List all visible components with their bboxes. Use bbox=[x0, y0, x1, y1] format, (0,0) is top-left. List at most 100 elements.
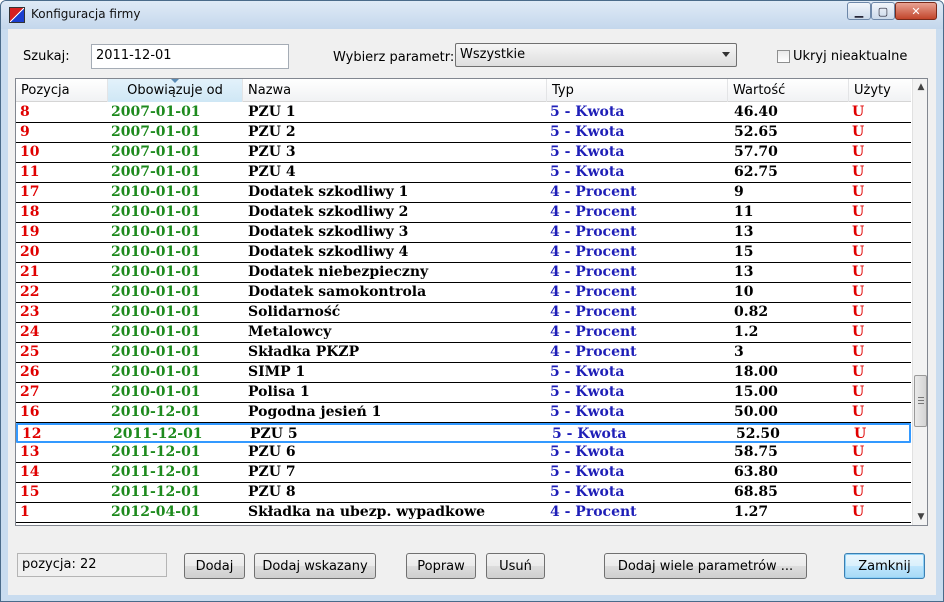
cell-used: U bbox=[852, 344, 865, 360]
grip-line bbox=[918, 403, 924, 404]
table-row[interactable]: 20 2010-01-01 Dodatek szkodliwy 4 4 - Proce… bbox=[16, 243, 911, 263]
table-row[interactable]: 8 2007-01-01 PZU 1 5 - Kwota 46.40 U bbox=[16, 103, 911, 123]
cell-valid-from: 2011-12-01 bbox=[111, 484, 201, 500]
column-header-name[interactable]: Nazwa bbox=[243, 79, 547, 102]
column-header-position[interactable]: Pozycja bbox=[16, 79, 108, 102]
cell-value: 0.82 bbox=[734, 304, 769, 320]
cell-value: 11 bbox=[734, 204, 754, 220]
cell-valid-from: 2010-01-01 bbox=[111, 364, 201, 380]
hide-outdated-checkbox[interactable] bbox=[777, 50, 790, 63]
table-row[interactable]: 14 2011-12-01 PZU 7 5 - Kwota 63.80 U bbox=[16, 463, 911, 483]
close-window-button[interactable]: ✕ bbox=[895, 2, 937, 20]
table-row[interactable]: 23 2010-01-01 Solidarność 4 - Procent 0.82 U bbox=[16, 303, 911, 323]
delete-button[interactable]: Usuń bbox=[486, 553, 545, 579]
cell-type: 5 - Kwota bbox=[550, 104, 625, 120]
minimize-button[interactable]: ▁ bbox=[847, 2, 871, 20]
table-row[interactable]: 11 2007-01-01 PZU 4 5 - Kwota 62.75 U bbox=[16, 163, 911, 183]
cell-position: 20 bbox=[20, 244, 40, 260]
search-input[interactable]: 2011-12-01 bbox=[91, 44, 289, 69]
scroll-up-arrow-icon[interactable]: ▲ bbox=[913, 79, 927, 95]
cell-used: U bbox=[852, 124, 865, 140]
table-row[interactable]: 10 2007-01-01 PZU 3 5 - Kwota 57.70 U bbox=[16, 143, 911, 163]
cell-used: U bbox=[852, 144, 865, 160]
table-row[interactable]: 26 2010-01-01 SIMP 1 5 - Kwota 18.00 U bbox=[16, 363, 911, 383]
cell-value: 52.50 bbox=[736, 426, 780, 442]
cell-name: PZU 2 bbox=[248, 124, 296, 140]
table-row[interactable]: 15 2011-12-01 PZU 8 5 - Kwota 68.85 U bbox=[16, 483, 911, 503]
table-row[interactable]: 18 2010-01-01 Dodatek szkodliwy 2 4 - Proce… bbox=[16, 203, 911, 223]
parameter-select[interactable]: Wszystkie bbox=[455, 43, 737, 67]
table-row[interactable]: 24 2010-01-01 Metalowcy 4 - Procent 1.2 U bbox=[16, 323, 911, 343]
cell-used: U bbox=[852, 204, 865, 220]
table-row[interactable]: 17 2010-01-01 Dodatek szkodliwy 1 4 - Proce… bbox=[16, 183, 911, 203]
edit-button[interactable]: Popraw bbox=[406, 553, 476, 579]
cell-value: 15 bbox=[734, 244, 754, 260]
cell-value: 3 bbox=[734, 344, 744, 360]
table-row[interactable]: 12 2011-12-01 PZU 5 5 - Kwota 52.50 U bbox=[16, 423, 911, 443]
table-row[interactable]: 27 2010-01-01 Polisa 1 5 - Kwota 15.00 U bbox=[16, 383, 911, 403]
table-row[interactable]: 19 2010-01-01 Dodatek szkodliwy 3 4 - Proce… bbox=[16, 223, 911, 243]
cell-position: 24 bbox=[20, 324, 40, 340]
cell-type: 5 - Kwota bbox=[550, 144, 625, 160]
cell-valid-from: 2011-12-01 bbox=[111, 464, 201, 480]
column-header-type[interactable]: Typ bbox=[547, 79, 728, 102]
cell-valid-from: 2007-01-01 bbox=[111, 164, 201, 180]
cell-valid-from: 2010-01-01 bbox=[111, 244, 201, 260]
column-header-value[interactable]: Wartość bbox=[728, 79, 849, 102]
cell-position: 9 bbox=[20, 124, 30, 140]
hide-outdated-label[interactable]: Ukryj nieaktualne bbox=[793, 49, 907, 64]
cell-position: 27 bbox=[20, 384, 40, 400]
table-row[interactable]: 21 2010-01-01 Dodatek niebezpieczny 4 - Pro… bbox=[16, 263, 911, 283]
cell-name: PZU 1 bbox=[248, 104, 296, 120]
table-row[interactable]: 16 2010-12-01 Pogodna jesień 1 5 - Kwota 50.… bbox=[16, 403, 911, 423]
cell-valid-from: 2010-01-01 bbox=[111, 284, 201, 300]
cell-value: 18.00 bbox=[734, 364, 778, 380]
cell-value: 57.70 bbox=[734, 144, 778, 160]
cell-valid-from: 2010-12-01 bbox=[111, 404, 201, 420]
add-selected-button[interactable]: Dodaj wskazany bbox=[254, 553, 376, 579]
position-count-field: pozycja: 22 bbox=[17, 553, 167, 577]
table-row[interactable]: 9 2007-01-01 PZU 2 5 - Kwota 52.65 U bbox=[16, 123, 911, 143]
column-header-valid-from[interactable]: Obowiązuje od bbox=[108, 79, 243, 102]
cell-position: 13 bbox=[20, 444, 40, 460]
title-bar[interactable]: Konfiguracja firmy ▁ ▢ ✕ bbox=[1, 1, 943, 29]
add-button[interactable]: Dodaj bbox=[184, 553, 245, 579]
table-row[interactable]: 13 2011-12-01 PZU 6 5 - Kwota 58.75 U bbox=[16, 443, 911, 463]
scrollbar-thumb[interactable] bbox=[914, 375, 927, 427]
vertical-scrollbar[interactable]: ▲ ▼ bbox=[912, 79, 927, 525]
cell-value: 50.00 bbox=[734, 404, 778, 420]
cell-value: 68.85 bbox=[734, 484, 778, 500]
cell-type: 5 - Kwota bbox=[550, 484, 625, 500]
parameters-table[interactable]: Pozycja Obowiązuje od Nazwa Typ Wartość … bbox=[15, 78, 928, 526]
maximize-button[interactable]: ▢ bbox=[871, 2, 895, 20]
cell-type: 4 - Procent bbox=[550, 304, 637, 320]
cell-name: PZU 4 bbox=[248, 164, 296, 180]
cell-value: 10 bbox=[734, 284, 754, 300]
cell-position: 16 bbox=[20, 404, 40, 420]
cell-position: 8 bbox=[20, 104, 30, 120]
cell-used: U bbox=[852, 384, 865, 400]
table-row[interactable]: 1 2012-04-01 Składka na ubezp. wypadkowe 4 … bbox=[16, 503, 911, 523]
scroll-down-arrow-icon[interactable]: ▼ bbox=[913, 509, 927, 525]
cell-type: 5 - Kwota bbox=[550, 364, 625, 380]
table-row[interactable]: 22 2010-01-01 Dodatek samokontrola 4 - Proc… bbox=[16, 283, 911, 303]
add-many-parameters-button[interactable]: Dodaj wiele parametrów ... bbox=[604, 553, 807, 579]
table-row[interactable]: 25 2010-01-01 Składka PKZP 4 - Procent 3 U bbox=[16, 343, 911, 363]
column-header-used[interactable]: Użyty bbox=[849, 79, 911, 102]
cell-name: SIMP 1 bbox=[248, 364, 306, 380]
cell-name: Składka PKZP bbox=[248, 344, 360, 360]
cell-name: Dodatek szkodliwy 2 bbox=[248, 204, 409, 220]
chevron-down-icon bbox=[722, 52, 730, 57]
cell-value: 58.75 bbox=[734, 444, 778, 460]
close-button[interactable]: Zamknij bbox=[844, 553, 925, 579]
app-window: Konfiguracja firmy ▁ ▢ ✕ Szukaj: 2011-12… bbox=[0, 0, 944, 602]
cell-position: 19 bbox=[20, 224, 40, 240]
cell-position: 14 bbox=[20, 464, 40, 480]
maximize-icon: ▢ bbox=[877, 4, 889, 18]
cell-name: PZU 7 bbox=[248, 464, 296, 480]
cell-name: Polisa 1 bbox=[248, 384, 310, 400]
cell-type: 5 - Kwota bbox=[550, 164, 625, 180]
cell-name: PZU 8 bbox=[248, 484, 296, 500]
cell-name: Metalowcy bbox=[248, 324, 332, 340]
cell-name: Dodatek samokontrola bbox=[248, 284, 427, 300]
